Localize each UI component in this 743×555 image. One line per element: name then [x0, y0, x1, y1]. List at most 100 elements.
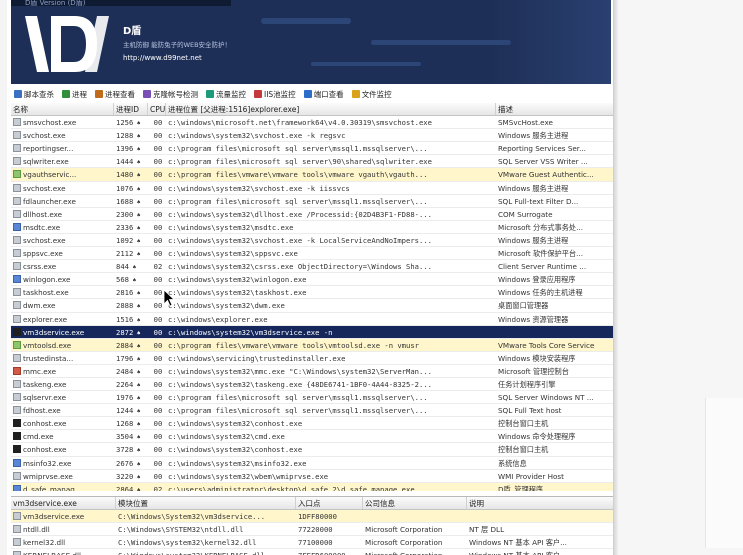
- toolbar-item-2[interactable]: 进程查看: [92, 88, 138, 101]
- toolbar-item-4[interactable]: 流量监控: [203, 88, 249, 101]
- process-name-cell: conhost.exe: [11, 443, 114, 455]
- column-header-pid[interactable]: 进程ID: [114, 103, 148, 116]
- process-row[interactable]: sqlservr.exe 1976 ♠ 00 c:\program files\mic…: [11, 391, 613, 405]
- process-pid-value: 844: [116, 262, 129, 272]
- pid-marker: ♠: [133, 198, 141, 206]
- process-row[interactable]: vgauthservic... 1480 ♠ 00 c:\program files\…: [11, 168, 613, 182]
- process-icon: [13, 419, 21, 428]
- process-row[interactable]: explorer.exe 1516 ♠ 00 c:\windows\explorer.…: [11, 313, 613, 326]
- process-path: c:\windows\system32\svchost.exe -k regsv…: [168, 131, 346, 141]
- process-pid-value: 2864: [116, 484, 134, 491]
- toolbar-item-0[interactable]: 脚本查杀: [11, 88, 57, 101]
- process-row[interactable]: dwm.exe 2888 ♠ 00 c:\windows\system32\dwm.e…: [11, 299, 613, 313]
- process-name: winlogon.exe: [23, 275, 71, 285]
- process-row[interactable]: dllhost.exe 2300 ♠ 00 c:\windows\system32\d…: [11, 208, 613, 221]
- toolbar-item-5[interactable]: IIS池监控: [251, 88, 299, 101]
- module-desc: NT 层 DLL: [469, 525, 505, 535]
- process-icon: [13, 445, 21, 454]
- process-cpu: 00: [153, 340, 163, 350]
- process-row[interactable]: cmd.exe 3504 ♠ 00 c:\windows\system32\cmd.e…: [11, 430, 613, 444]
- pid-marker: ♠: [128, 264, 137, 272]
- toolbar-item-label: 进程: [72, 89, 87, 99]
- column-header-name[interactable]: 名称: [11, 103, 114, 116]
- process-row[interactable]: wmiprvse.exe 3220 ♠ 00 c:\windows\system32\…: [11, 470, 613, 483]
- pid-marker: ♠: [133, 395, 141, 403]
- column-header-module-path[interactable]: 模块位置: [116, 497, 296, 510]
- banner-gradient: [491, 0, 611, 84]
- process-row[interactable]: reportingser... 1396 ♠ 00 c:\program files\…: [11, 142, 613, 156]
- process-row[interactable]: conhost.exe 3728 ♠ 00 c:\windows\system32\c…: [11, 443, 613, 457]
- toolbar-item-1[interactable]: 进程: [59, 88, 90, 101]
- process-icon: [13, 262, 21, 271]
- process-row[interactable]: svchost.exe 1076 ♠ 00 c:\windows\system32\s…: [11, 182, 613, 195]
- process-icon: [13, 458, 21, 467]
- process-desc: D盾_管理程序: [498, 484, 544, 491]
- column-header-path[interactable]: 进程位置 [父进程:1516]explorer.exe]: [166, 103, 496, 116]
- process-row[interactable]: vmtoolsd.exe 2884 ♠ 00 c:\program files\vmw…: [11, 338, 613, 352]
- process-row[interactable]: svchost.exe 1092 ♠ 00 c:\windows\system32\s…: [11, 234, 613, 248]
- column-header-company[interactable]: 公司信息: [363, 497, 467, 510]
- process-row[interactable]: msinfo32.exe 2676 ♠ 00 c:\windows\system32\…: [11, 457, 613, 470]
- process-row[interactable]: conhost.exe 1268 ♠ 00 c:\windows\system32\c…: [11, 417, 613, 431]
- process-pid-value: 3728: [116, 445, 134, 455]
- process-path: c:\program files\vmware\vmware tools\vmt…: [168, 340, 419, 350]
- column-header-cpu[interactable]: CPU: [148, 103, 166, 116]
- module-name-cell: kernel32.dll: [11, 536, 116, 548]
- toolbar-item-3[interactable]: 克隆帐号检测: [140, 88, 201, 101]
- process-desc: Microsoft 管理控制台: [498, 366, 569, 376]
- process-icon: [13, 314, 21, 323]
- process-row[interactable]: winlogon.exe 568 ♠ 00 c:\windows\system32\w…: [11, 273, 613, 287]
- process-row[interactable]: d_safe_manag... 2864 ♠ 02 c:\users\administ…: [11, 482, 613, 491]
- process-name-cell: wmiprvse.exe: [11, 470, 114, 482]
- adjacent-window-edge: [705, 398, 743, 548]
- process-row[interactable]: taskeng.exe 2264 ♠ 00 c:\windows\system32\t…: [11, 378, 613, 392]
- process-path: c:\windows\system32\taskeng.exe {48DE674…: [168, 379, 432, 389]
- module-row[interactable]: KERNELBASE.dll C:\Windows\system32\KERNEL…: [11, 549, 613, 555]
- module-icon: [13, 538, 21, 547]
- process-pid: 1244 ♠: [114, 404, 148, 416]
- process-row[interactable]: sqlwriter.exe 1444 ♠ 00 c:\program files\mi…: [11, 155, 613, 169]
- process-pid: 2336 ♠: [114, 221, 148, 233]
- process-icon: [13, 366, 21, 375]
- module-row[interactable]: kernel32.dll C:\Windows\system32\kernel32…: [11, 536, 613, 550]
- process-path: c:\windows\system32\conhost.exe: [168, 419, 303, 429]
- toolbar-item-6[interactable]: 端口查看: [301, 88, 347, 101]
- column-header-entry-point[interactable]: 入口点: [296, 497, 363, 510]
- process-cpu: 00: [153, 170, 163, 180]
- column-header-desc[interactable]: 描述: [496, 103, 613, 115]
- process-row[interactable]: svchost.exe 1288 ♠ 00 c:\windows\system32\s…: [11, 129, 613, 143]
- pid-marker: ♠: [133, 408, 141, 416]
- process-path: c:\windows\explorer.exe: [168, 314, 268, 324]
- module-table: vm3dservice.exe 模块位置 入口点 公司信息 说明 vm3dser…: [11, 496, 613, 555]
- pid-marker: ♠: [133, 211, 141, 219]
- module-row[interactable]: vm3dservice.exe C:\Windows\System32\vm3ds…: [11, 510, 613, 524]
- process-row[interactable]: trustedinsta... 1796 ♠ 00 c:\windows\servic…: [11, 352, 613, 365]
- process-icon: [13, 157, 21, 166]
- process-row[interactable]: fdlauncher.exe 1688 ♠ 00 c:\program files\m…: [11, 195, 613, 208]
- process-name-cell: explorer.exe: [11, 313, 114, 325]
- process-row[interactable]: mmc.exe 2484 ♠ 00 c:\windows\system32\mmc.e…: [11, 365, 613, 378]
- module-row[interactable]: ntdll.dll C:\Windows\SYSTEM32\ntdll.dll 77…: [11, 523, 613, 537]
- process-pid: 2300 ♠: [114, 208, 148, 220]
- process-row[interactable]: fdhost.exe 1244 ♠ 00 c:\program files\micro…: [11, 404, 613, 418]
- process-row[interactable]: sppsvc.exe 2112 ♠ 00 c:\windows\system32\sp…: [11, 247, 613, 261]
- column-header-module-name[interactable]: vm3dservice.exe: [11, 497, 116, 510]
- process-cpu: 00: [153, 393, 163, 403]
- toolbar-item-7[interactable]: 文件监控: [349, 88, 395, 101]
- port-view-icon: [303, 90, 312, 98]
- process-desc: SQL Server Windows NT ...: [498, 393, 594, 403]
- process-pid-value: 3220: [116, 471, 134, 481]
- process-cpu: 00: [153, 235, 163, 245]
- process-row[interactable]: csrss.exe 844 ♠ 02 c:\windows\system32\csrs…: [11, 260, 613, 274]
- process-row[interactable]: vm3dservice.exe 2872 ♠ 00 c:\windows\system…: [11, 325, 613, 339]
- brand-url[interactable]: http://www.d99net.net: [123, 54, 202, 62]
- process-row[interactable]: smsvchost.exe 1256 ♠ 00 c:\windows\microsof…: [11, 116, 613, 130]
- column-header-module-desc[interactable]: 说明: [467, 497, 613, 509]
- process-path: c:\windows\system32\svchost.exe -k Local…: [168, 235, 432, 245]
- process-row[interactable]: msdtc.exe 2336 ♠ 00 c:\windows\system32\msd…: [11, 221, 613, 234]
- pid-marker: ♠: [133, 251, 141, 259]
- process-row[interactable]: taskhost.exe 2816 ♠ 00 c:\windows\system32\…: [11, 286, 613, 300]
- process-path: c:\windows\microsoft.net\framework64\v4.…: [168, 118, 432, 128]
- process-path: c:\windows\system32\dllhost.exe /Process…: [168, 209, 432, 219]
- process-desc: SQL Full-text Filter D...: [498, 196, 579, 206]
